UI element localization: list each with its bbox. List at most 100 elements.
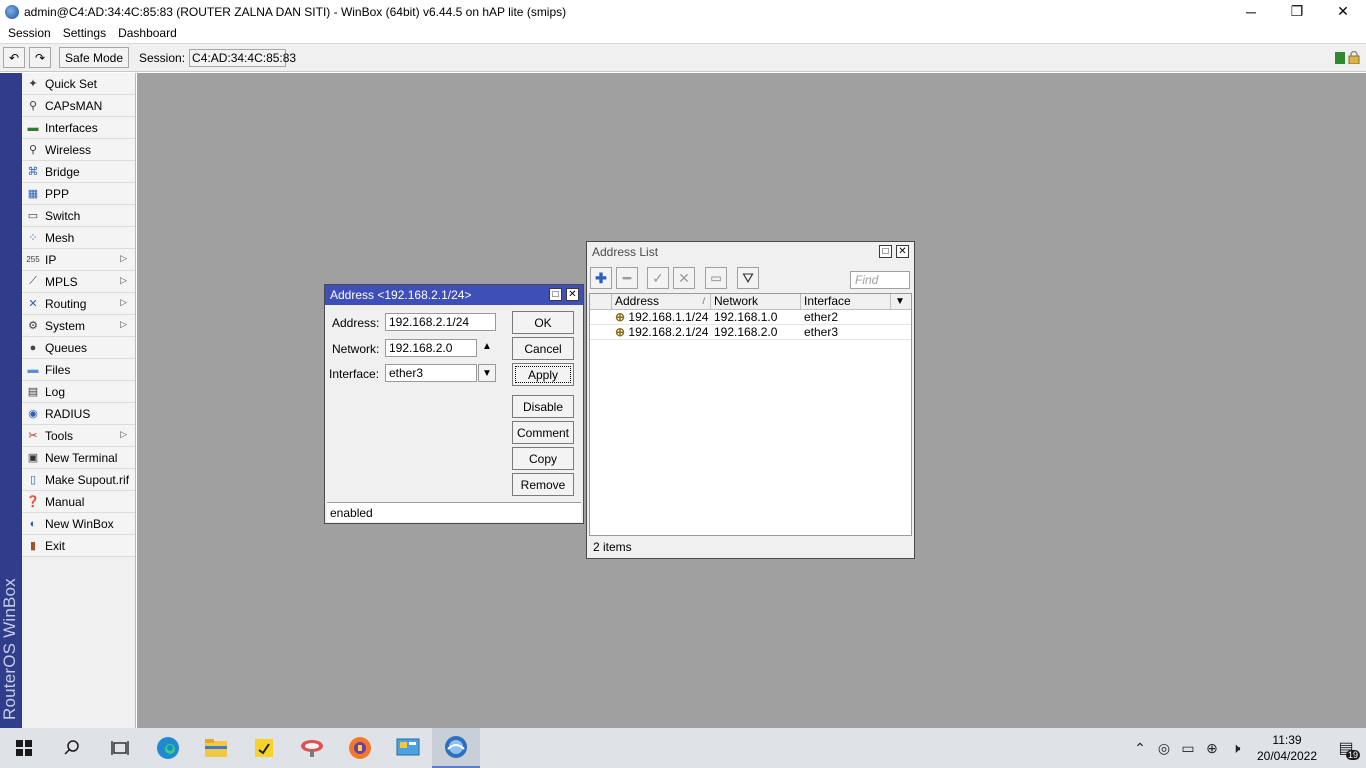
sidebar-item-exit[interactable]: ▮ Exit: [22, 535, 135, 557]
sidebar-item-log[interactable]: ▤ Log: [22, 381, 135, 403]
task-view-button[interactable]: [96, 728, 144, 768]
address-label: Address:: [332, 316, 380, 330]
redo-button[interactable]: ↷: [29, 47, 51, 68]
volume-muted-icon[interactable]: 🕨: [1224, 740, 1248, 757]
sidebar-item-switch[interactable]: ▭ Switch: [22, 205, 135, 227]
chevron-up-icon[interactable]: ⌃: [1128, 740, 1152, 757]
sidebar-item-radius[interactable]: ◉ RADIUS: [22, 403, 135, 425]
column-header-flags[interactable]: [590, 294, 612, 309]
sidebar-item-mesh[interactable]: ⁘ Mesh: [22, 227, 135, 249]
interface-label: Interface:: [329, 367, 380, 381]
item-count: 2 items: [593, 540, 632, 554]
edge-taskbar-button[interactable]: [144, 728, 192, 768]
menu-bar: Session Settings Dashboard: [0, 23, 1366, 43]
wireless-icon: ⚲: [28, 144, 38, 156]
network-input[interactable]: 192.168.2.0: [385, 339, 477, 357]
sidebar-item-ppp[interactable]: ▦ PPP: [22, 183, 135, 205]
clock[interactable]: 11:39 20/04/2022: [1248, 732, 1326, 764]
address-list-title-bar[interactable]: Address List: [587, 242, 914, 262]
close-icon[interactable]: ✕: [566, 288, 579, 301]
sidebar-item-wireless[interactable]: ⚲ Wireless: [22, 139, 135, 161]
menu-dashboard[interactable]: Dashboard: [112, 26, 183, 40]
notifications-icon[interactable]: ▤ 19: [1326, 738, 1366, 760]
find-input[interactable]: Find: [850, 271, 910, 289]
collapse-up-icon[interactable]: ▲: [482, 341, 492, 352]
undo-button[interactable]: ↶: [3, 47, 25, 68]
column-chooser-icon[interactable]: ▼: [891, 294, 909, 309]
copy-button[interactable]: Copy: [512, 447, 574, 470]
sidebar-item-manual[interactable]: ❓ Manual: [22, 491, 135, 513]
status-bar: enabled: [327, 502, 581, 522]
queues-icon: ●: [29, 341, 37, 354]
interfaces-icon: ▬: [27, 121, 39, 134]
dropdown-arrow-icon[interactable]: ▼: [478, 364, 496, 382]
connection-status-icon: [1335, 52, 1345, 64]
disable-icon[interactable]: ✕: [673, 267, 695, 289]
menu-session[interactable]: Session: [2, 26, 57, 40]
menu-settings[interactable]: Settings: [57, 26, 112, 40]
close-icon[interactable]: ✕: [896, 245, 909, 258]
sidebar-item-capsman[interactable]: ⚲ CAPsMAN: [22, 95, 135, 117]
winbox-taskbar-button[interactable]: [432, 728, 480, 768]
interface-select[interactable]: ether3: [385, 364, 477, 382]
maximize-icon[interactable]: □: [879, 245, 892, 258]
sidebar-item-new-terminal[interactable]: ▣ New Terminal: [22, 447, 135, 469]
column-header-interface[interactable]: Interface: [801, 294, 891, 309]
table-row[interactable]: ⊕ 192.168.2.1/24 192.168.2.0 ether3: [590, 325, 911, 340]
windows-icon: [16, 740, 32, 756]
sidebar-item-make-supout[interactable]: ▯ Make Supout.rif: [22, 469, 135, 491]
comment-icon[interactable]: ▭: [705, 267, 727, 289]
ok-button[interactable]: OK: [512, 311, 574, 334]
search-button[interactable]: [48, 728, 96, 768]
disable-button[interactable]: Disable: [512, 395, 574, 418]
sidebar-item-files[interactable]: ▬ Files: [22, 359, 135, 381]
submenu-arrow-icon: ▷: [120, 297, 127, 307]
address-icon: ⊕: [615, 310, 626, 324]
sidebar-item-tools[interactable]: ✂ Tools ▷: [22, 425, 135, 447]
cancel-button[interactable]: Cancel: [512, 337, 574, 360]
sidebar-item-routing[interactable]: ✕ Routing ▷: [22, 293, 135, 315]
filter-icon[interactable]: ⛛: [737, 267, 759, 289]
globe-icon[interactable]: ⊕: [1200, 740, 1224, 757]
enable-icon[interactable]: ✓: [647, 267, 669, 289]
sidebar-item-ip[interactable]: 255 IP ▷: [22, 249, 135, 271]
sidebar-item-new-winbox[interactable]: ◐ New WinBox: [22, 513, 135, 535]
brand-bar: RouterOS WinBox: [0, 73, 22, 728]
sidebar-item-system[interactable]: ⚙ System ▷: [22, 315, 135, 337]
winbox-app-icon: [5, 4, 19, 19]
sidebar-item-interfaces[interactable]: ▬ Interfaces: [22, 117, 135, 139]
address-list-title: Address List: [592, 245, 659, 259]
files-icon: ▬: [27, 363, 39, 376]
winbox-icon: [445, 736, 467, 758]
column-header-network[interactable]: Network: [711, 294, 801, 309]
apply-button[interactable]: Apply: [512, 363, 574, 386]
sidebar-item-mpls[interactable]: ⟋ MPLS ▷: [22, 271, 135, 293]
control-panel-taskbar-button[interactable]: [384, 728, 432, 768]
remove-icon[interactable]: ━: [616, 267, 638, 289]
add-icon[interactable]: ✚: [590, 267, 612, 289]
notification-count: 19: [1345, 750, 1360, 760]
sticky-notes-taskbar-button[interactable]: [240, 728, 288, 768]
column-header-address[interactable]: Address /: [612, 294, 711, 309]
remove-button[interactable]: Remove: [512, 473, 574, 496]
clock-date: 20/04/2022: [1256, 749, 1318, 763]
system-icon: ⚙: [28, 320, 38, 332]
start-button[interactable]: [0, 728, 48, 768]
webcam-icon[interactable]: ◎: [1152, 740, 1176, 757]
file-explorer-taskbar-button[interactable]: [192, 728, 240, 768]
restore-button[interactable]: ❐: [1274, 0, 1320, 23]
maximize-icon[interactable]: □: [549, 288, 562, 301]
battery-icon[interactable]: ▭: [1176, 740, 1200, 757]
sidebar-item-bridge[interactable]: ⌘ Bridge: [22, 161, 135, 183]
comment-button[interactable]: Comment: [512, 421, 574, 444]
sidebar-item-queues[interactable]: ● Queues: [22, 337, 135, 359]
app-taskbar-button[interactable]: [288, 728, 336, 768]
safe-mode-button[interactable]: Safe Mode: [59, 47, 129, 68]
browser-taskbar-button[interactable]: [336, 728, 384, 768]
sidebar-item-quick-set[interactable]: ✦ Quick Set: [22, 73, 135, 95]
close-window-button[interactable]: ✕: [1320, 0, 1366, 23]
minimize-button[interactable]: ─: [1228, 0, 1274, 23]
address-dialog-title-bar[interactable]: Address <192.168.2.1/24>: [325, 285, 583, 305]
address-input[interactable]: 192.168.2.1/24: [385, 313, 496, 331]
table-row[interactable]: ⊕ 192.168.1.1/24 192.168.1.0 ether2: [590, 310, 911, 325]
